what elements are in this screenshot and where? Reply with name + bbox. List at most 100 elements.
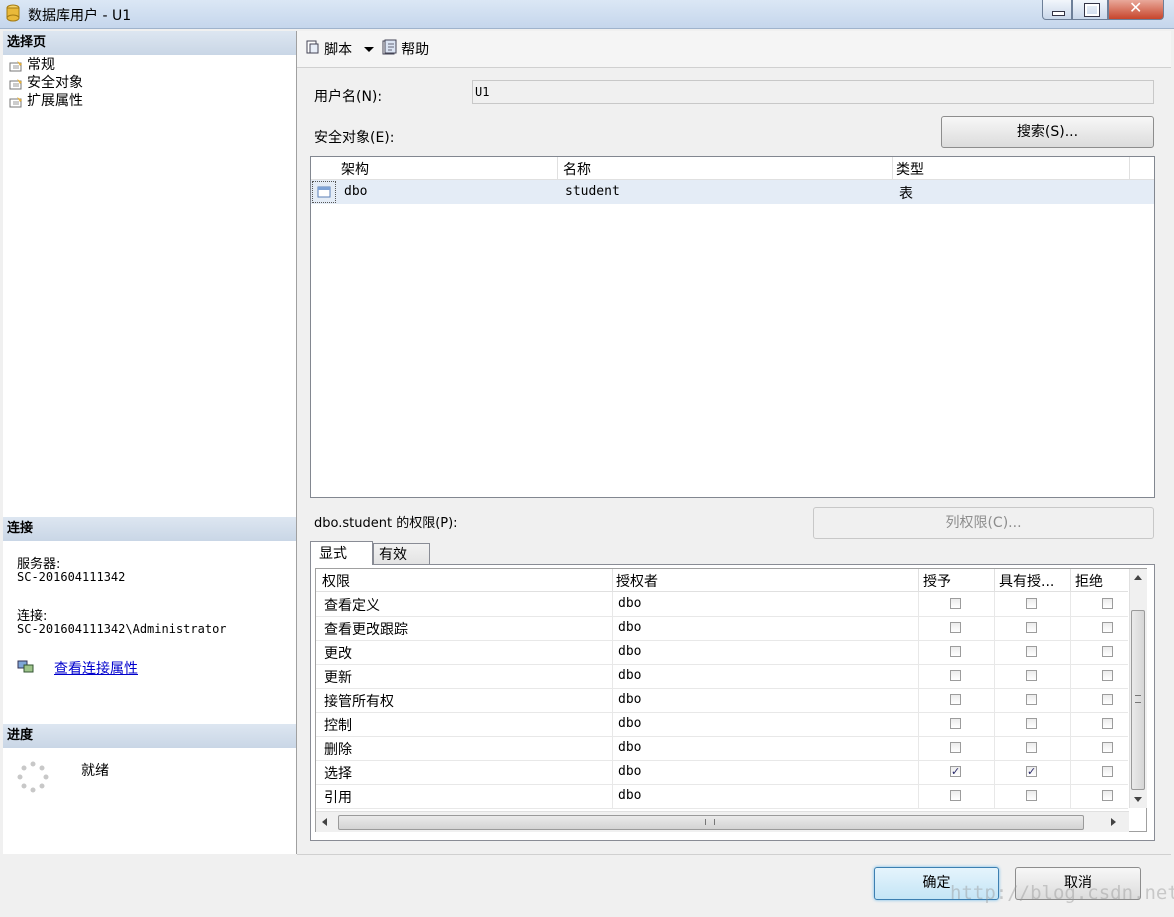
deny-checkbox[interactable] xyxy=(1102,670,1113,681)
maximize-button[interactable] xyxy=(1072,0,1108,20)
permission-name: 查看定义 xyxy=(324,598,380,614)
nav-item-label: 常规 xyxy=(27,57,55,73)
grant-checkbox[interactable] xyxy=(950,694,961,705)
table-row[interactable]: 引用 dbo xyxy=(316,784,1128,809)
permission-grantor: dbo xyxy=(618,716,642,731)
scroll-down-arrow-icon xyxy=(1134,797,1142,802)
script-label: 脚本 xyxy=(324,42,353,58)
page-icon xyxy=(9,77,23,90)
with-grant-checkbox[interactable] xyxy=(1026,742,1037,753)
page-icon xyxy=(9,59,23,72)
vertical-scroll-thumb[interactable] xyxy=(1131,610,1145,790)
title-bar: 数据库用户 - U1 ✕ xyxy=(0,0,1174,29)
grant-checkbox[interactable] xyxy=(950,670,961,681)
horizontal-scroll-thumb[interactable] xyxy=(338,815,1084,830)
left-pane: 选择页 常规 安全对象 扩展属性 连接 服务器: SC-201604111342… xyxy=(3,31,297,854)
deny-checkbox[interactable] xyxy=(1102,598,1113,609)
column-header-type[interactable]: 类型 xyxy=(896,159,924,179)
table-row[interactable]: 删除 dbo xyxy=(316,736,1128,761)
column-header-grantor[interactable]: 授权者 xyxy=(616,571,658,591)
permissions-panel: 权限 授权者 授予 具有授... 拒绝 查看定义 dbo 查看更改跟踪 dbo 更改 db… xyxy=(310,564,1155,841)
column-header-grant[interactable]: 授予 xyxy=(923,571,951,591)
with-grant-checkbox[interactable] xyxy=(1026,670,1037,681)
securable-name: student xyxy=(565,184,620,199)
deny-checkbox[interactable] xyxy=(1102,646,1113,657)
securables-grid: 架构 名称 类型 dbo student 表 xyxy=(310,156,1155,498)
table-row[interactable]: 接管所有权 dbo xyxy=(316,688,1128,713)
nav-item-label: 扩展属性 xyxy=(27,93,83,109)
help-icon xyxy=(381,39,397,59)
table-row[interactable]: 更新 dbo xyxy=(316,664,1128,689)
permission-grantor: dbo xyxy=(618,668,642,683)
column-header-deny[interactable]: 拒绝 xyxy=(1075,571,1103,591)
minimize-icon xyxy=(1052,11,1065,16)
table-row[interactable]: 更改 dbo xyxy=(316,640,1128,665)
permission-name: 查看更改跟踪 xyxy=(324,622,408,638)
nav-item-securables[interactable]: 安全对象 xyxy=(9,74,83,92)
deny-checkbox[interactable] xyxy=(1102,718,1113,729)
column-header-name[interactable]: 名称 xyxy=(563,159,591,179)
grip-icon xyxy=(705,819,715,825)
footer-divider xyxy=(297,854,1171,855)
view-connection-properties-link[interactable]: 查看连接属性 xyxy=(54,658,138,678)
with-grant-checkbox[interactable] xyxy=(1026,718,1037,729)
close-button[interactable]: ✕ xyxy=(1108,0,1164,20)
table-row[interactable]: 查看定义 dbo xyxy=(316,592,1128,617)
minimize-button[interactable] xyxy=(1042,0,1072,20)
page-icon xyxy=(9,95,23,108)
deny-checkbox[interactable] xyxy=(1102,742,1113,753)
grant-checkbox[interactable] xyxy=(950,646,961,657)
horizontal-scrollbar[interactable] xyxy=(316,811,1129,832)
server-value: SC-201604111342 xyxy=(17,570,126,584)
grant-checkbox[interactable] xyxy=(950,790,961,801)
database-icon xyxy=(6,4,20,22)
with-grant-checkbox[interactable] xyxy=(1026,598,1037,609)
table-row[interactable]: 控制 dbo xyxy=(316,712,1128,737)
script-button[interactable]: 脚本 xyxy=(304,39,375,59)
help-button[interactable]: 帮助 xyxy=(381,39,429,59)
deny-checkbox[interactable] xyxy=(1102,790,1113,801)
nav-item-label: 安全对象 xyxy=(27,75,83,91)
progress-header: 进度 xyxy=(3,724,296,748)
grant-checkbox[interactable] xyxy=(950,598,961,609)
column-header-permission[interactable]: 权限 xyxy=(322,571,350,591)
table-row[interactable]: 选择 dbo ✓ ✓ xyxy=(316,760,1128,785)
with-grant-checkbox[interactable] xyxy=(1026,646,1037,657)
table-icon xyxy=(312,181,336,203)
search-button[interactable]: 搜索(S)... xyxy=(941,116,1154,148)
permission-grantor: dbo xyxy=(618,644,642,659)
window-title: 数据库用户 - U1 xyxy=(28,8,132,24)
progress-status: 就绪 xyxy=(81,763,109,779)
ok-button[interactable]: 确定 xyxy=(874,867,999,900)
vertical-scrollbar[interactable] xyxy=(1129,569,1147,808)
grant-checkbox[interactable] xyxy=(950,718,961,729)
permission-grantor: dbo xyxy=(618,620,642,635)
table-row[interactable]: 查看更改跟踪 dbo xyxy=(316,616,1128,641)
with-grant-checkbox[interactable] xyxy=(1026,694,1037,705)
table-row[interactable]: dbo student 表 xyxy=(311,180,1154,204)
grant-checkbox[interactable]: ✓ xyxy=(950,766,961,777)
cancel-button[interactable]: 取消 xyxy=(1015,867,1141,900)
column-header-with-grant[interactable]: 具有授... xyxy=(999,571,1054,591)
tab-effective[interactable]: 有效 xyxy=(373,543,430,564)
permission-name: 选择 xyxy=(324,766,352,782)
deny-checkbox[interactable] xyxy=(1102,622,1113,633)
securable-schema: dbo xyxy=(344,184,368,199)
column-permissions-button[interactable]: 列权限(C)... xyxy=(813,507,1154,539)
help-label: 帮助 xyxy=(401,42,430,58)
username-field[interactable]: U1 xyxy=(472,80,1154,104)
scroll-right-arrow-icon xyxy=(1111,818,1116,826)
nav-item-general[interactable]: 常规 xyxy=(9,56,55,74)
connection-header: 连接 xyxy=(3,517,296,541)
permissions-grid-header: 权限 授权者 授予 具有授... 拒绝 xyxy=(316,569,1128,592)
grant-checkbox[interactable] xyxy=(950,742,961,753)
tab-explicit[interactable]: 显式 xyxy=(310,541,373,565)
with-grant-checkbox[interactable] xyxy=(1026,790,1037,801)
grant-checkbox[interactable] xyxy=(950,622,961,633)
deny-checkbox[interactable] xyxy=(1102,766,1113,777)
with-grant-checkbox[interactable] xyxy=(1026,622,1037,633)
nav-item-extended-properties[interactable]: 扩展属性 xyxy=(9,92,83,110)
deny-checkbox[interactable] xyxy=(1102,694,1113,705)
with-grant-checkbox[interactable]: ✓ xyxy=(1026,766,1037,777)
column-header-schema[interactable]: 架构 xyxy=(341,159,369,179)
